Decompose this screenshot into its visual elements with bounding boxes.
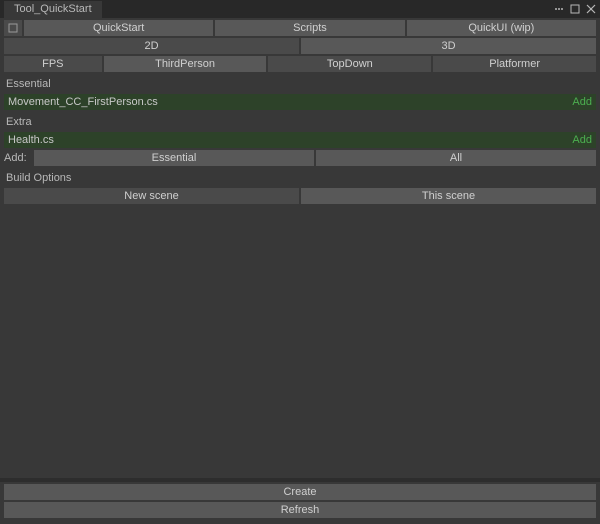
item-label-health: Health.cs: [8, 134, 572, 146]
window-tab[interactable]: Tool_QuickStart: [4, 1, 102, 18]
tab-topdown[interactable]: TopDown: [268, 56, 431, 72]
toggle-icon: [8, 23, 18, 33]
tab-quickui[interactable]: QuickUI (wip): [407, 20, 596, 36]
add-all-button[interactable]: All: [316, 150, 596, 166]
section-extra: Extra: [4, 114, 596, 130]
list-item: Health.cs Add: [4, 132, 596, 148]
section-essential: Essential: [4, 76, 596, 92]
detach-icon[interactable]: [570, 4, 580, 14]
empty-area: [4, 206, 596, 476]
tab-thirdperson[interactable]: ThirdPerson: [104, 56, 267, 72]
item-label-movement: Movement_CC_FirstPerson.cs: [8, 96, 572, 108]
section-build-options: Build Options: [4, 170, 596, 186]
add-movement-link[interactable]: Add: [572, 96, 592, 108]
close-icon[interactable]: [586, 4, 596, 14]
tab-platformer[interactable]: Platformer: [433, 56, 596, 72]
tab-2d[interactable]: 2D: [4, 38, 299, 54]
add-health-link[interactable]: Add: [572, 134, 592, 146]
create-button[interactable]: Create: [4, 484, 596, 500]
list-item: Movement_CC_FirstPerson.cs Add: [4, 94, 596, 110]
toggle-button[interactable]: [4, 20, 22, 36]
tab-3d[interactable]: 3D: [301, 38, 596, 54]
add-label: Add:: [4, 152, 32, 164]
refresh-button[interactable]: Refresh: [4, 502, 596, 518]
divider: [0, 478, 600, 482]
tab-fps[interactable]: FPS: [4, 56, 102, 72]
tab-this-scene[interactable]: This scene: [301, 188, 596, 204]
tab-quickstart[interactable]: QuickStart: [24, 20, 213, 36]
tab-new-scene[interactable]: New scene: [4, 188, 299, 204]
add-essential-button[interactable]: Essential: [34, 150, 314, 166]
tab-scripts[interactable]: Scripts: [215, 20, 404, 36]
menu-icon[interactable]: [554, 4, 564, 14]
titlebar: Tool_QuickStart: [0, 0, 600, 18]
